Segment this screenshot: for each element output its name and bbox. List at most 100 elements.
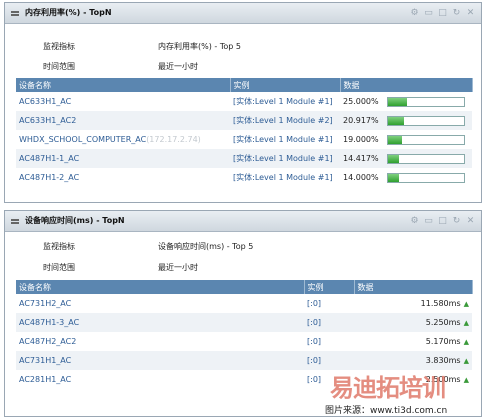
- table-row: WHDX_SCHOOL_COMPUTER_AC(172.17.2.74) [实体:…: [16, 130, 472, 149]
- column-header-data[interactable]: 数据: [354, 280, 473, 294]
- device-cell: AC281H1_AC: [16, 370, 304, 389]
- instance-cell: [实体:Level 1 Module #1]: [230, 149, 340, 168]
- device-cell: AC487H1-2_AC: [16, 168, 230, 187]
- usage-bar-fill: [388, 154, 399, 163]
- instance-link[interactable]: [:0]: [307, 318, 321, 327]
- data-cell: 19.000%: [340, 130, 472, 149]
- range-value: 最近一小时: [158, 263, 198, 272]
- table-row: AC633H1_AC2 [实体:Level 1 Module #2] 20.917%: [16, 111, 472, 130]
- instance-link[interactable]: [实体:Level 1 Module #1]: [233, 173, 333, 182]
- device-link[interactable]: AC487H2_AC2: [19, 337, 76, 346]
- usage-value: 14.000%: [343, 173, 379, 182]
- data-cell: 20.917%: [340, 111, 472, 130]
- memory-usage-panel: 内存利用率(%) - TopN ⚙ ▭ □ ↻ ✕ 监视指标 内存利用率(%) …: [4, 2, 482, 203]
- trend-up-icon: ▲: [463, 376, 469, 384]
- panel-tools: ⚙ ▭ □ ↻ ✕: [410, 3, 475, 23]
- range-label: 时间范围: [43, 62, 75, 71]
- column-header-device[interactable]: 设备名称: [16, 280, 305, 294]
- instance-link[interactable]: [:0]: [307, 299, 321, 308]
- metric-value: 设备响应时间(ms) - Top 5: [158, 242, 254, 251]
- panel-title-bar[interactable]: 内存利用率(%) - TopN ⚙ ▭ □ ↻ ✕: [5, 3, 481, 24]
- device-link[interactable]: AC633H1_AC: [19, 97, 71, 106]
- device-cell: AC487H1-3_AC: [16, 313, 304, 332]
- table-row: AC731H2_AC [:0] 11.580ms ▲: [16, 294, 472, 313]
- window-icon[interactable]: ▭: [424, 3, 433, 23]
- instance-cell: [实体:Level 1 Module #1]: [230, 168, 340, 187]
- panel-title: 内存利用率(%) - TopN: [25, 8, 112, 17]
- metric-label: 监视指标: [43, 42, 75, 51]
- trend-up-icon: ▲: [463, 357, 469, 365]
- refresh-icon[interactable]: ↻: [452, 3, 461, 23]
- usage-bar: [387, 153, 465, 164]
- table-row: AC487H2_AC2 [:0] 5.170ms ▲: [16, 332, 472, 351]
- usage-bar-fill: [388, 116, 404, 125]
- device-cell: AC731H1_AC: [16, 351, 304, 370]
- panel-tools: ⚙ ▭ □ ↻ ✕: [410, 211, 475, 231]
- table-header-row: 设备名称 实例 数据: [16, 280, 473, 294]
- trend-up-icon: ▲: [463, 338, 469, 346]
- device-link[interactable]: AC487H1-2_AC: [19, 173, 79, 182]
- range-value: 最近一小时: [158, 62, 198, 71]
- instance-link[interactable]: [:0]: [307, 356, 321, 365]
- instance-cell: [实体:Level 1 Module #2]: [230, 111, 340, 130]
- table-row: AC487H1-2_AC [实体:Level 1 Module #1] 14.000…: [16, 168, 472, 187]
- instance-link[interactable]: [实体:Level 1 Module #2]: [233, 116, 333, 125]
- trend-up-icon: ▲: [463, 300, 469, 308]
- table-row: AC487H1-3_AC [:0] 5.250ms ▲: [16, 313, 472, 332]
- device-link[interactable]: WHDX_SCHOOL_COMPUTER_AC: [19, 135, 146, 144]
- instance-cell: [实体:Level 1 Module #1]: [230, 92, 340, 111]
- instance-link[interactable]: [:0]: [307, 337, 321, 346]
- instance-link[interactable]: [实体:Level 1 Module #1]: [233, 135, 333, 144]
- drag-handle-icon[interactable]: [11, 11, 19, 13]
- device-cell: AC487H2_AC2: [16, 332, 304, 351]
- column-header-device[interactable]: 设备名称: [16, 78, 231, 92]
- close-icon[interactable]: ✕: [466, 211, 475, 231]
- gear-icon[interactable]: ⚙: [410, 211, 419, 231]
- data-cell: 5.170ms ▲: [354, 332, 472, 351]
- device-cell: AC731H2_AC: [16, 294, 304, 313]
- instance-link[interactable]: [实体:Level 1 Module #1]: [233, 97, 333, 106]
- table-header-row: 设备名称 实例 数据: [16, 78, 473, 92]
- column-header-data[interactable]: 数据: [340, 78, 473, 92]
- metric-value: 内存利用率(%) - Top 5: [158, 42, 241, 51]
- device-cell: AC633H1_AC2: [16, 111, 230, 130]
- watermark-source: 图片来源：www.ti3d.com.cn: [325, 406, 448, 416]
- instance-link[interactable]: [实体:Level 1 Module #1]: [233, 154, 333, 163]
- window-icon[interactable]: ▭: [424, 211, 433, 231]
- instance-link[interactable]: [:0]: [307, 375, 321, 384]
- memory-table: 设备名称 实例 数据 AC633H1_AC [实体:Level 1 Module …: [16, 78, 473, 187]
- device-link[interactable]: AC731H2_AC: [19, 299, 71, 308]
- column-header-instance[interactable]: 实例: [304, 280, 355, 294]
- usage-value: 19.000%: [343, 135, 379, 144]
- maximize-icon[interactable]: □: [438, 3, 447, 23]
- usage-bar-fill: [388, 97, 407, 106]
- maximize-icon[interactable]: □: [438, 211, 447, 231]
- panel-title-bar[interactable]: 设备响应时间(ms) - TopN ⚙ ▭ □ ↻ ✕: [5, 211, 481, 232]
- usage-value: 20.917%: [343, 116, 379, 125]
- usage-bar-fill: [388, 173, 399, 182]
- device-link[interactable]: AC731H1_AC: [19, 356, 71, 365]
- close-icon[interactable]: ✕: [466, 3, 475, 23]
- instance-cell: [:0]: [304, 332, 354, 351]
- response-value: 5.250ms: [425, 318, 461, 327]
- device-link[interactable]: AC487H1-3_AC: [19, 318, 79, 327]
- data-cell: 25.000%: [340, 92, 472, 111]
- response-value: 11.580ms: [420, 299, 461, 308]
- data-cell: 14.000%: [340, 168, 472, 187]
- drag-handle-icon[interactable]: [11, 219, 19, 221]
- data-cell: 5.250ms ▲: [354, 313, 472, 332]
- instance-cell: [实体:Level 1 Module #1]: [230, 130, 340, 149]
- table-row: AC633H1_AC [实体:Level 1 Module #1] 25.000%: [16, 92, 472, 111]
- gear-icon[interactable]: ⚙: [410, 3, 419, 23]
- refresh-icon[interactable]: ↻: [452, 211, 461, 231]
- trend-up-icon: ▲: [463, 319, 469, 327]
- device-link[interactable]: AC281H1_AC: [19, 375, 71, 384]
- device-link[interactable]: AC633H1_AC2: [19, 116, 76, 125]
- usage-bar-fill: [388, 135, 403, 144]
- table-row: AC487H1-1_AC [实体:Level 1 Module #1] 14.417…: [16, 149, 472, 168]
- usage-bar: [387, 115, 465, 126]
- device-link[interactable]: AC487H1-1_AC: [19, 154, 79, 163]
- column-header-instance[interactable]: 实例: [230, 78, 341, 92]
- range-label: 时间范围: [43, 263, 75, 272]
- usage-value: 25.000%: [343, 97, 379, 106]
